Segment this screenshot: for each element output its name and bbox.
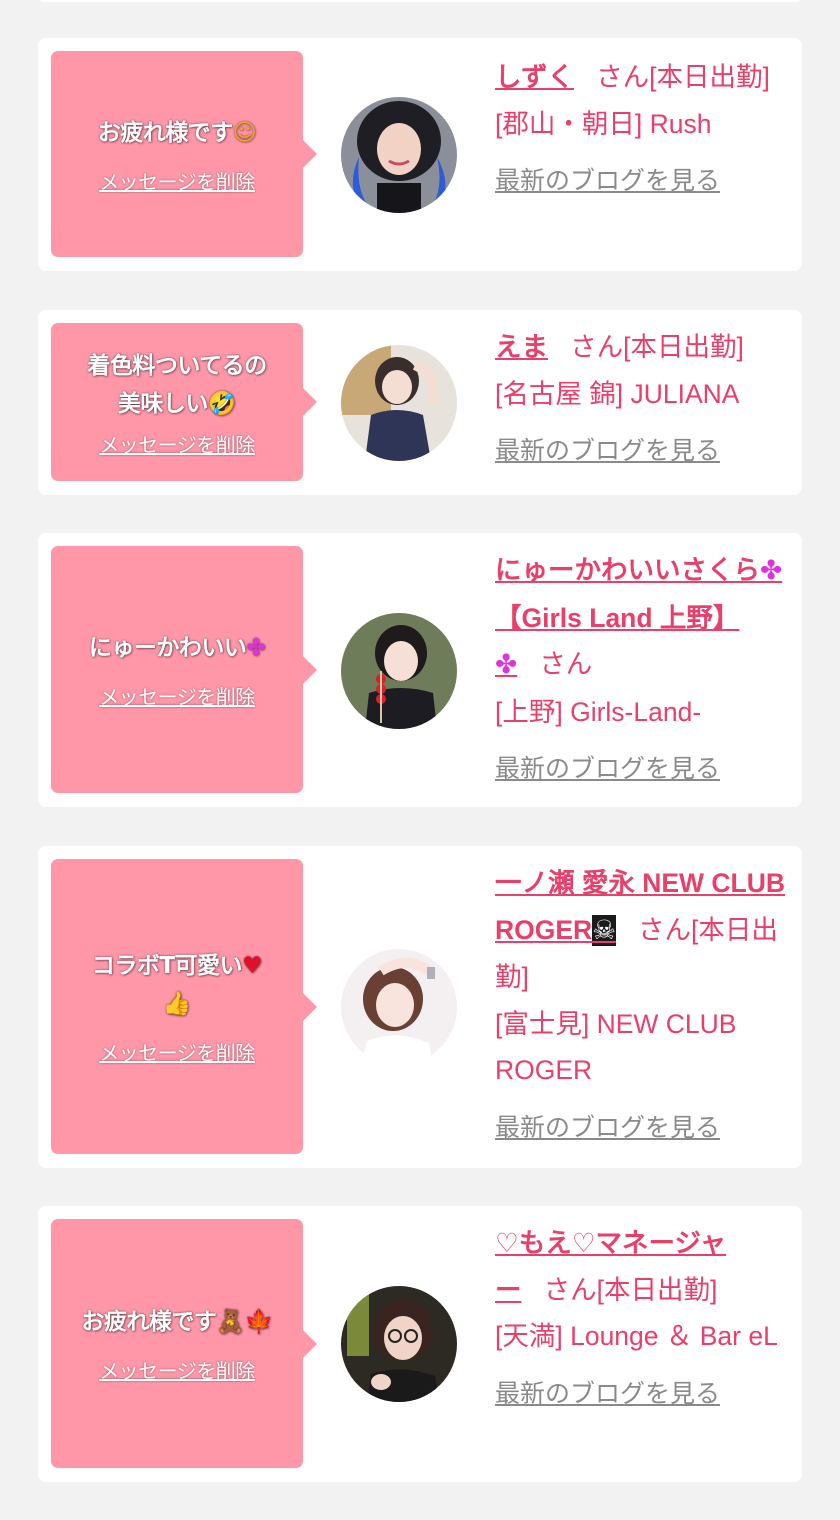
message-bubble: にゅーかわいい✤ メッセージを削除: [51, 546, 317, 793]
san-status: さん[本日出勤]: [570, 332, 744, 362]
latest-blog-link[interactable]: 最新のブログを見る: [495, 158, 720, 205]
message-card: お疲れ様です☺ メッセージを削除 しずく さん[本日出勤] [郡山・朝日] Ru…: [38, 38, 802, 271]
message-text: にゅーかわいい✤: [88, 635, 266, 661]
message-text: 着色料ついてるの 美味しい🤣: [87, 352, 267, 417]
avatar[interactable]: [341, 949, 457, 1065]
message-card: お疲れ様です🧸🍁 メッセージを削除 ♡もえ♡マネージャー さん[本日出勤] [天…: [38, 1206, 802, 1482]
message-text: お疲れ様です☺: [97, 119, 257, 146]
delete-message-link[interactable]: メッセージを削除: [99, 1037, 255, 1066]
message-text: コラボT可愛い♥ 👍: [92, 947, 263, 1023]
san-status: さん[本日出勤]: [596, 62, 770, 92]
thumbs-up-emoji-icon: 👍: [162, 991, 192, 1017]
flower-emoji-icon: ✤: [760, 555, 783, 586]
message-bubble: 着色料ついてるの 美味しい🤣 メッセージを削除: [51, 323, 317, 481]
delete-message-link[interactable]: メッセージを削除: [99, 1355, 255, 1384]
message-bubble: コラボT可愛い♥ 👍 メッセージを削除: [51, 859, 317, 1154]
avatar[interactable]: [341, 613, 457, 729]
cast-info: えま さん[本日出勤] [名古屋 錦] JULIANA 最新のブログを見る: [495, 324, 787, 475]
cast-info: 一ノ瀬 愛永 NEW CLUB ROGER☠ さん[本日出勤] [富士見] NE…: [495, 860, 787, 1151]
latest-blog-link[interactable]: 最新のブログを見る: [495, 746, 720, 793]
cast-info: しずく さん[本日出勤] [郡山・朝日] Rush 最新のブログを見る: [495, 54, 787, 205]
shop-label: [郡山・朝日] Rush: [495, 108, 712, 139]
latest-blog-link[interactable]: 最新のブログを見る: [495, 428, 720, 475]
san-status: さん[本日出勤]: [543, 1274, 718, 1305]
hearts-emoji-icon: ♥: [242, 953, 263, 979]
avatar[interactable]: [341, 345, 457, 461]
avatar[interactable]: [341, 1286, 457, 1402]
cast-info: にゅーかわいいさくら✤【Girls Land 上野】✤ さん [上野] Girl…: [495, 547, 787, 793]
shop-label: [富士見] NEW CLUB ROGER: [495, 1008, 737, 1086]
delete-message-link[interactable]: メッセージを削除: [99, 681, 255, 710]
shop-label: [上野] Girls-Land-: [495, 696, 702, 727]
delete-message-link[interactable]: メッセージを削除: [99, 429, 255, 458]
latest-blog-link[interactable]: 最新のブログを見る: [495, 1105, 720, 1152]
flower-emoji-icon: ✤: [246, 635, 266, 661]
laughing-emoji-icon: 🤣: [207, 390, 237, 417]
shop-label: [天満] Lounge ＆ Bar eL: [495, 1321, 778, 1351]
message-card: コラボT可愛い♥ 👍 メッセージを削除 一ノ瀬 愛永 NEW CLUB ROGE…: [38, 846, 802, 1168]
previous-card-edge: [38, 0, 802, 2]
message-text: お疲れ様です🧸🍁: [81, 1309, 273, 1335]
shop-label: [名古屋 錦] JULIANA: [495, 378, 740, 409]
cast-info: ♡もえ♡マネージャー さん[本日出勤] [天満] Lounge ＆ Bar eL…: [495, 1220, 787, 1417]
san-label: さん: [539, 649, 593, 679]
message-bubble: お疲れ様です🧸🍁 メッセージを削除: [51, 1219, 317, 1468]
message-bubble: お疲れ様です☺ メッセージを削除: [51, 51, 317, 257]
message-card: にゅーかわいい✤ メッセージを削除 にゅーかわいいさくら✤【Girls Land…: [38, 533, 802, 807]
message-card: 着色料ついてるの 美味しい🤣 メッセージを削除 えま さん[本日出勤] [名古屋…: [38, 310, 802, 495]
delete-message-link[interactable]: メッセージを削除: [99, 166, 255, 195]
smile-emoji-icon: ☺: [232, 119, 257, 146]
cast-name-link[interactable]: えま: [495, 332, 548, 362]
flower-emoji-icon: ✤: [495, 649, 518, 680]
bear-and-maple-emoji-icon: 🧸🍁: [216, 1309, 273, 1335]
cast-name-link[interactable]: しずく: [495, 62, 574, 92]
pirate-flag-icon: ☠: [592, 914, 616, 946]
latest-blog-link[interactable]: 最新のブログを見る: [495, 1371, 720, 1418]
avatar[interactable]: [341, 97, 457, 213]
